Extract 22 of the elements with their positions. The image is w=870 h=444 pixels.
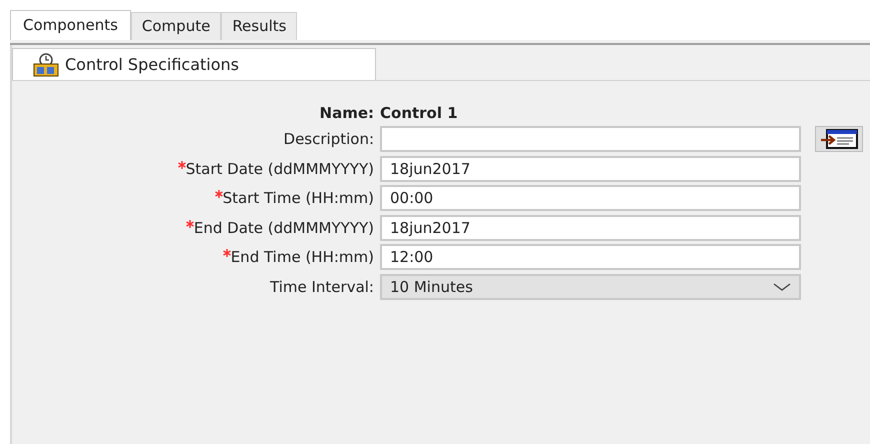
subtab[interactable]: Control Specifications [12, 48, 376, 80]
tab[interactable]: Components [10, 10, 131, 40]
name-value: Control 1 [380, 102, 458, 124]
chevron-down-icon [773, 282, 791, 291]
name-label: Name: [320, 102, 374, 124]
tab[interactable]: Results [221, 12, 298, 40]
field-label: Start Time (HH:mm) [222, 188, 374, 209]
field-label: Description: [284, 129, 374, 150]
editor-button[interactable] [815, 126, 863, 152]
field-label: Time Interval: [270, 276, 374, 298]
field-label: End Date (ddMMMYYYY) [194, 218, 374, 238]
dropdown[interactable]: 10 Minutes [380, 274, 801, 300]
input-field[interactable]: 00:00 [380, 185, 801, 212]
clock-lock-icon [33, 52, 59, 76]
input-field[interactable] [380, 126, 801, 152]
input-field[interactable]: 18jun2017 [380, 156, 801, 182]
text-editor-icon [819, 129, 859, 150]
input-field[interactable]: 18jun2017 [380, 214, 801, 241]
tab[interactable]: Compute [130, 12, 222, 40]
field-label: Start Date (ddMMMYYYY) [186, 158, 374, 180]
input-field[interactable]: 12:00 [380, 244, 801, 270]
field-label: End Time (HH:mm) [230, 247, 374, 268]
